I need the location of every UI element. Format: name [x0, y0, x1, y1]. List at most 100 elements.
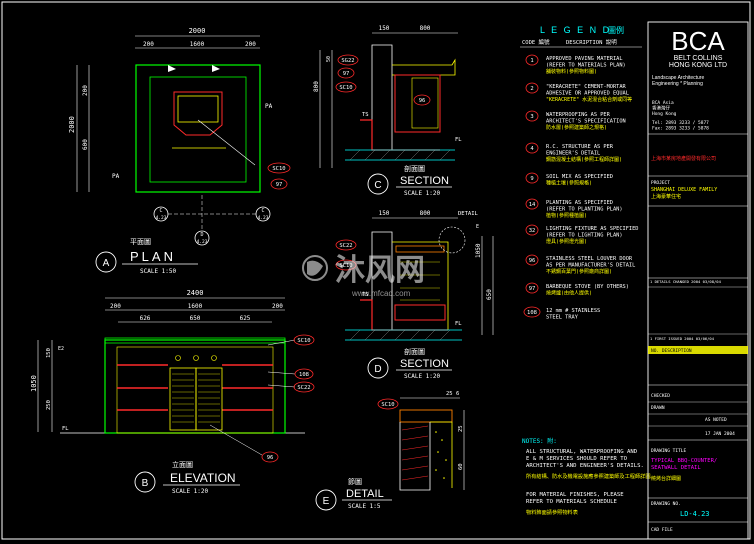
- legend-description: "KERACRETE" CEMENT-MORTAR ADHESIVE OR APP…: [546, 84, 629, 96]
- secc-callout-sc10: SC10: [339, 85, 352, 91]
- plan-label: PLAN: [130, 249, 176, 264]
- plan-scale: SCALE 1:50: [140, 268, 177, 275]
- note-1-cn: 所有結構、防水及機電設施應參照建築師及工程師詳圖。: [526, 472, 656, 480]
- legend-code: 97: [529, 286, 536, 292]
- drawing-no: LD-4.23: [680, 510, 710, 518]
- project-label: PROJECT: [651, 180, 670, 186]
- elev-marker: B: [142, 478, 149, 489]
- elev-dim-a: 626: [140, 315, 151, 322]
- company-phone: Tel: 2893 3233 / 5877 Fax: 2893 3233 / 58…: [652, 120, 709, 132]
- dete-dim-25: 25: [446, 391, 453, 397]
- plan-dim-right: 200: [245, 41, 256, 48]
- legend-description: BARBEQUE STOVE (BY OTHERS): [546, 284, 629, 290]
- legend-code: 9: [530, 176, 533, 182]
- notes-title: NOTES: 附:: [522, 437, 557, 445]
- dete-dim-25b: 25: [458, 425, 464, 432]
- legend-description-cn: 不銹鋼百葉門(參照廠商詳圖): [546, 268, 612, 275]
- legend-description-cn: 種植土壤(參照規格): [546, 179, 592, 186]
- elev-callout-96: 96: [267, 455, 274, 461]
- secd-dim-h2: 650: [486, 289, 493, 300]
- legend-title: L E G E N D: [540, 25, 611, 35]
- secd-callout-detail: DETAIL: [458, 211, 479, 217]
- secd-scale: SCALE 1:20: [404, 373, 441, 380]
- elev-callout-sc10: SC10: [297, 338, 310, 344]
- elev-tag-lv: E2: [58, 346, 64, 352]
- scale-value: AS NOTED: [705, 417, 727, 423]
- legend-description: STAINLESS STEEL LOUVER DOOR AS PER MANUFA…: [546, 256, 635, 268]
- elev-dim-total: 2400: [187, 289, 204, 297]
- plan-tag-pa-2: PA: [112, 173, 120, 180]
- plan-section-c-right-letter: C: [261, 208, 264, 214]
- secc-callout-97: 97: [343, 71, 350, 77]
- plan-dim-side-top: 200: [82, 85, 89, 96]
- company-subtitle: Landscape Architecture Engineering * Plan…: [652, 75, 704, 87]
- legend-code: 2: [530, 86, 533, 92]
- revision-1: 1 DETAILS CHANGED 2004 03/08/04: [650, 279, 722, 284]
- legend-description: APPROVED PAVING MATERIAL (REFER TO MATERI…: [546, 56, 626, 68]
- secd-label-cn: 剖面圖: [404, 347, 425, 356]
- legend-title-cn: 圖例: [608, 25, 624, 35]
- company-name: BELT COLLINS HONG KONG LTD: [669, 55, 727, 69]
- plan-section-d-sheet: 4.23: [197, 239, 208, 245]
- project-name-cn: 上海豪華住宅: [651, 193, 681, 200]
- secd-dim-150: 150: [379, 210, 390, 217]
- secd-label: SECTION: [400, 358, 449, 370]
- plan-dim-side: 2000: [68, 116, 76, 133]
- legend-description-cn: 防水層(參照建築師之規格): [546, 124, 607, 131]
- legend-col-desc: DESCRIPTION 說明: [566, 38, 617, 46]
- drawing-title-label: DRAWING TITLE: [651, 448, 687, 454]
- dete-scale: SCALE 1:5: [348, 503, 381, 510]
- note-2-cn: 物料飾面請參照物料表: [526, 508, 579, 516]
- legend-code: 3: [530, 114, 533, 120]
- plan-section-c-letter: C: [159, 208, 162, 214]
- date-value: 17 JAN 2004: [705, 431, 735, 437]
- legend-code: 1: [530, 58, 533, 64]
- secc-tag-ts: TS: [362, 112, 369, 118]
- plan-section-d-letter: D: [200, 232, 203, 238]
- elev-dim-c: 625: [240, 315, 251, 322]
- elev-dim-b: 650: [190, 315, 201, 322]
- client-cn: 上海市某房地產開發有限公司: [651, 155, 716, 162]
- elev-dim-h2: 250: [46, 400, 52, 410]
- dete-marker: E: [323, 496, 330, 507]
- elev-scale: SCALE 1:20: [172, 488, 209, 495]
- plan-callout-97: 97: [276, 182, 283, 188]
- elev-label: ELEVATION: [170, 471, 236, 485]
- elev-label-cn: 立面圖: [172, 460, 193, 469]
- secc-label: SECTION: [400, 175, 449, 187]
- plan-section-c-sheet: 4.23: [156, 215, 167, 221]
- plan-dim-side-mid: 600: [82, 139, 89, 150]
- dete-callout-sc10: SC10: [381, 402, 394, 408]
- secd-tag-e: E: [476, 224, 479, 230]
- drawn-label: DRAWN: [651, 405, 665, 411]
- dete-dim-6: 6: [456, 391, 459, 397]
- plan-callout-sc10: SC10: [272, 166, 285, 172]
- plan-dim-inner: 1600: [190, 41, 205, 48]
- elev-dim-1: 200: [110, 303, 121, 310]
- legend-description: SOIL MIX AS SPECIFIED: [546, 174, 613, 180]
- secc-label-cn: 剖面圖: [404, 164, 425, 173]
- watermark-url: www.mfcad.com: [351, 289, 411, 298]
- legend-code: 32: [529, 228, 536, 234]
- plan-label-cn: 平面圖: [130, 238, 151, 246]
- cad-drawing-sheet: 2000 200 1600 200 2000 200 600 PA PA SC1…: [0, 0, 754, 544]
- secc-callout-96: 96: [419, 98, 426, 104]
- legend-description-cn: 燈具(參照燈光圖): [546, 238, 587, 245]
- legend-description-cn: 舖裝物料(參照物料圖): [546, 68, 597, 75]
- watermark-text: 沐风网: [335, 254, 425, 287]
- secd-tag-fl: FL: [455, 321, 462, 327]
- drawing-no-label: DRAWING NO.: [651, 501, 681, 507]
- drawing-title-cn: 燒烤台詳細圖: [651, 475, 681, 482]
- company-logo: BCA: [671, 26, 725, 56]
- legend-description-cn: 植物(參照種植圖): [546, 212, 587, 219]
- dete-label: DETAIL: [346, 488, 384, 500]
- legend-description-cn: 燒烤爐(由他人提供): [546, 289, 592, 296]
- revision-2: 1 FIRST ISSUED 2004 03/06/04: [650, 336, 715, 341]
- secc-scale: SCALE 1:20: [404, 190, 441, 197]
- dete-dim-60: 60: [458, 463, 464, 470]
- plan-tag-pa: PA: [265, 103, 273, 110]
- elev-dim-3: 200: [272, 303, 283, 310]
- legend-description: PLANTING AS SPECIFIED (REFER TO PLANTING …: [546, 200, 623, 212]
- secc-dim-800: 800: [420, 25, 431, 32]
- secc-dim-h2: 50: [326, 56, 332, 62]
